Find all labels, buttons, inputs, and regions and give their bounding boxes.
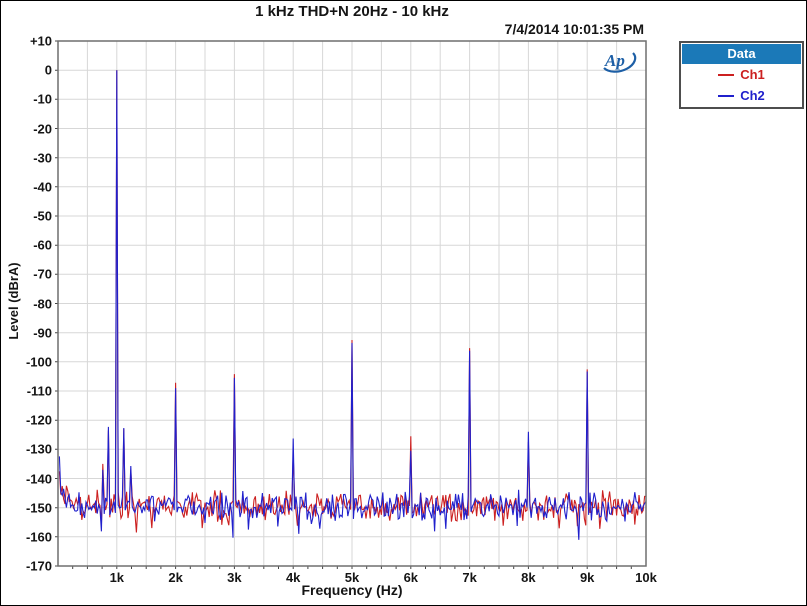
- y-tick-label: -150: [26, 500, 52, 515]
- y-tick-label: -120: [26, 413, 52, 428]
- legend-panel: Data Ch1 Ch2: [679, 41, 804, 109]
- legend-item-ch2[interactable]: Ch2: [682, 85, 801, 106]
- ap-logo-icon: Ap: [597, 46, 639, 74]
- axis-ticks: [55, 41, 631, 569]
- x-tick-label: 9k: [580, 570, 594, 585]
- x-tick-label: 7k: [462, 570, 476, 585]
- ch1-line-swatch: [718, 74, 734, 76]
- legend-label-ch2: Ch2: [740, 88, 765, 103]
- y-tick-label: -110: [27, 384, 52, 399]
- gridlines: [58, 41, 646, 566]
- y-tick-label: -130: [26, 442, 52, 457]
- ap-logo-text: Ap: [604, 51, 625, 70]
- x-tick-label: 5k: [345, 570, 359, 585]
- y-tick-label: -100: [26, 354, 52, 369]
- y-tick-label: 0: [45, 63, 52, 78]
- y-axis-title: Level (dBrA): [6, 221, 22, 381]
- x-tick-label: 3k: [227, 570, 241, 585]
- y-tick-label: -60: [33, 238, 52, 253]
- y-tick-label: -90: [33, 325, 52, 340]
- y-tick-label: -20: [33, 121, 52, 136]
- y-tick-label: -170: [26, 559, 52, 574]
- x-tick-label: 2k: [168, 570, 182, 585]
- legend-label-ch1: Ch1: [740, 67, 765, 82]
- ap-analyzer-graph-window: 1 kHz THD+N 20Hz - 10 kHz 7/4/2014 10:01…: [0, 0, 807, 606]
- x-tick-label: 1k: [110, 570, 124, 585]
- y-tick-label: -140: [26, 471, 52, 486]
- y-tick-label: -10: [33, 92, 52, 107]
- legend-item-ch1[interactable]: Ch1: [682, 64, 801, 85]
- x-tick-label: 8k: [521, 570, 535, 585]
- y-tick-label: -70: [33, 267, 52, 282]
- y-tick-label: -40: [33, 179, 52, 194]
- legend-header: Data: [682, 44, 801, 64]
- y-tick-label: -50: [33, 209, 52, 224]
- y-tick-label: -160: [26, 529, 52, 544]
- y-tick-label: -30: [33, 150, 52, 165]
- y-tick-label: -80: [33, 296, 52, 311]
- x-tick-label: 10k: [635, 570, 657, 585]
- y-tick-label: +10: [30, 34, 52, 49]
- x-tick-label: 4k: [286, 570, 300, 585]
- ch2-line-swatch: [718, 95, 734, 97]
- x-tick-label: 6k: [404, 570, 418, 585]
